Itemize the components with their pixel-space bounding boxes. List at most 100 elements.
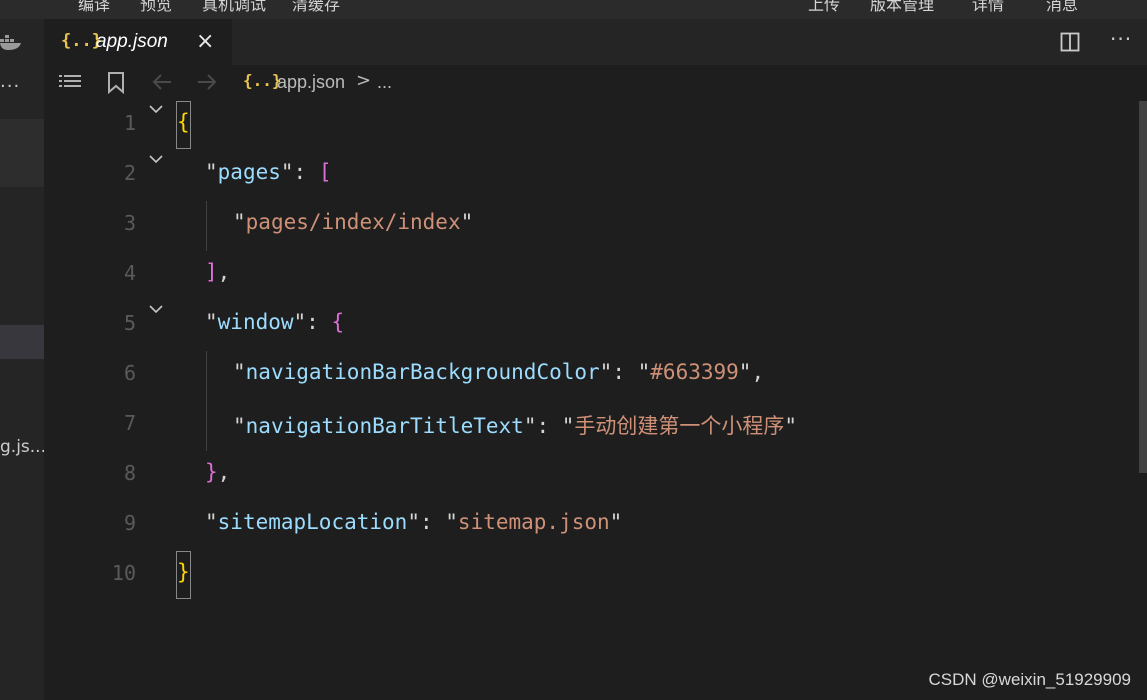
code-token: {: [331, 310, 345, 334]
code-token: ": [599, 360, 613, 384]
code-token: sitemap.json: [457, 510, 610, 534]
menu-version-manage[interactable]: 版本管理: [870, 0, 934, 15]
code-line: 10 }: [44, 551, 1137, 601]
code-token: [: [318, 160, 332, 184]
menu-bar: 编译 预览 真机调试 清缓存 上传 版本管理 详情 消息: [0, 0, 1147, 19]
tab-bar: {..} app.json × ···: [44, 19, 1147, 65]
chevron-down-icon[interactable]: [147, 102, 165, 116]
code-line: 1 {: [44, 101, 1137, 151]
whale-icon[interactable]: [0, 33, 22, 53]
code-token: 手动创建第一个小程序: [574, 414, 785, 438]
code-token: pages/index/index: [245, 210, 461, 234]
menu-clear-cache[interactable]: 清缓存: [292, 0, 340, 15]
code-token: #663399: [650, 360, 739, 384]
line-number: 1: [123, 111, 136, 135]
menu-device-debug[interactable]: 真机调试: [202, 0, 266, 15]
code-line: 5 "window": {: [44, 301, 1137, 351]
code-token: {: [177, 110, 190, 134]
code-token: navigationBarBackgroundColor: [245, 360, 600, 384]
more-actions-icon[interactable]: ···: [1110, 27, 1132, 51]
code-token: ": [460, 210, 474, 234]
code-token: :: [293, 160, 319, 184]
line-number: 3: [123, 211, 136, 235]
code-token: ": [233, 210, 246, 234]
code-token: ": [523, 414, 537, 438]
code-token: :: [536, 414, 562, 438]
split-editor-icon[interactable]: [1060, 32, 1080, 52]
code-editor[interactable]: 1 { 2 "pages": [ 3 "pages/index/index" 4…: [44, 101, 1137, 700]
line-number: 10: [111, 561, 136, 585]
line-number: 2: [123, 161, 136, 185]
code-token: ": [445, 510, 458, 534]
code-token: sitemapLocation: [217, 510, 408, 534]
code-line: 7 "navigationBarTitleText": "手动创建第一个小程序": [44, 401, 1137, 451]
code-token: ": [205, 510, 218, 534]
code-text: ],: [205, 260, 230, 284]
code-text: "window": {: [205, 310, 344, 334]
line-number: 4: [123, 261, 136, 285]
chevron-down-icon[interactable]: [147, 302, 165, 316]
list-icon[interactable]: [58, 72, 82, 92]
code-token: ": [609, 510, 623, 534]
code-token: }: [177, 560, 190, 584]
code-token: ": [233, 360, 246, 384]
code-line: 2 "pages": [: [44, 151, 1137, 201]
code-token: ,: [217, 460, 231, 484]
code-token: ": [784, 414, 798, 438]
code-text: },: [205, 460, 230, 484]
code-token: navigationBarTitleText: [245, 414, 524, 438]
scrollbar-thumb[interactable]: [1139, 101, 1147, 473]
code-line: 9 "sitemapLocation": "sitemap.json": [44, 501, 1137, 551]
code-token: :: [306, 310, 332, 334]
code-text: }: [177, 560, 190, 584]
json-file-icon: {..}: [243, 71, 282, 90]
code-token: ": [407, 510, 420, 534]
code-token: :: [612, 360, 638, 384]
code-line: 8 },: [44, 451, 1137, 501]
code-token: ": [738, 360, 752, 384]
back-arrow-icon[interactable]: [151, 72, 173, 92]
sidebar: ... g.js...: [0, 19, 44, 700]
editor-scrollbar[interactable]: [1137, 101, 1147, 700]
menu-preview[interactable]: 预览: [140, 0, 172, 15]
code-token: ": [280, 160, 294, 184]
sidebar-item-selected[interactable]: [0, 119, 44, 187]
breadcrumb-file[interactable]: app.json: [277, 72, 345, 93]
watermark: CSDN @weixin_51929909: [928, 670, 1131, 689]
code-line: 3 "pages/index/index": [44, 201, 1137, 251]
line-number: 8: [123, 461, 136, 485]
menu-upload[interactable]: 上传: [808, 0, 840, 15]
app-window: 编译 预览 真机调试 清缓存 上传 版本管理 详情 消息 ... g.js...…: [0, 0, 1147, 700]
code-token: ": [637, 360, 651, 384]
sidebar-overflow[interactable]: ...: [0, 71, 20, 92]
code-token: ]: [205, 260, 218, 284]
chevron-right-icon: >: [356, 70, 372, 91]
tab-app-json[interactable]: {..} app.json ×: [44, 19, 232, 65]
menu-messages[interactable]: 消息: [1046, 0, 1078, 15]
code-token: ,: [751, 360, 765, 384]
menu-details[interactable]: 详情: [972, 0, 1004, 15]
menu-compile[interactable]: 编译: [78, 0, 110, 15]
code-text: "navigationBarBackgroundColor": "#663399…: [233, 360, 764, 384]
close-icon[interactable]: ×: [196, 29, 214, 54]
line-number: 5: [123, 311, 136, 335]
code-token: ": [561, 414, 575, 438]
bookmark-icon[interactable]: [107, 72, 125, 94]
line-number: 6: [123, 361, 136, 385]
sidebar-item-active[interactable]: [0, 325, 44, 359]
tab-label: app.json: [96, 31, 168, 52]
breadcrumb-symbol[interactable]: ...: [377, 72, 392, 93]
code-token: window: [217, 310, 294, 334]
code-token: ": [205, 310, 218, 334]
sidebar-file-item[interactable]: g.js...: [0, 437, 44, 457]
code-line: 6 "navigationBarBackgroundColor": "#6633…: [44, 351, 1137, 401]
code-token: }: [205, 460, 218, 484]
code-text: "pages": [: [205, 160, 331, 184]
code-text: "navigationBarTitleText": "手动创建第一个小程序": [233, 410, 797, 440]
code-token: ": [205, 160, 218, 184]
chevron-down-icon[interactable]: [147, 152, 165, 166]
line-number: 7: [123, 411, 136, 435]
line-number: 9: [123, 511, 136, 535]
forward-arrow-icon[interactable]: [196, 72, 218, 92]
code-token: :: [419, 510, 446, 534]
